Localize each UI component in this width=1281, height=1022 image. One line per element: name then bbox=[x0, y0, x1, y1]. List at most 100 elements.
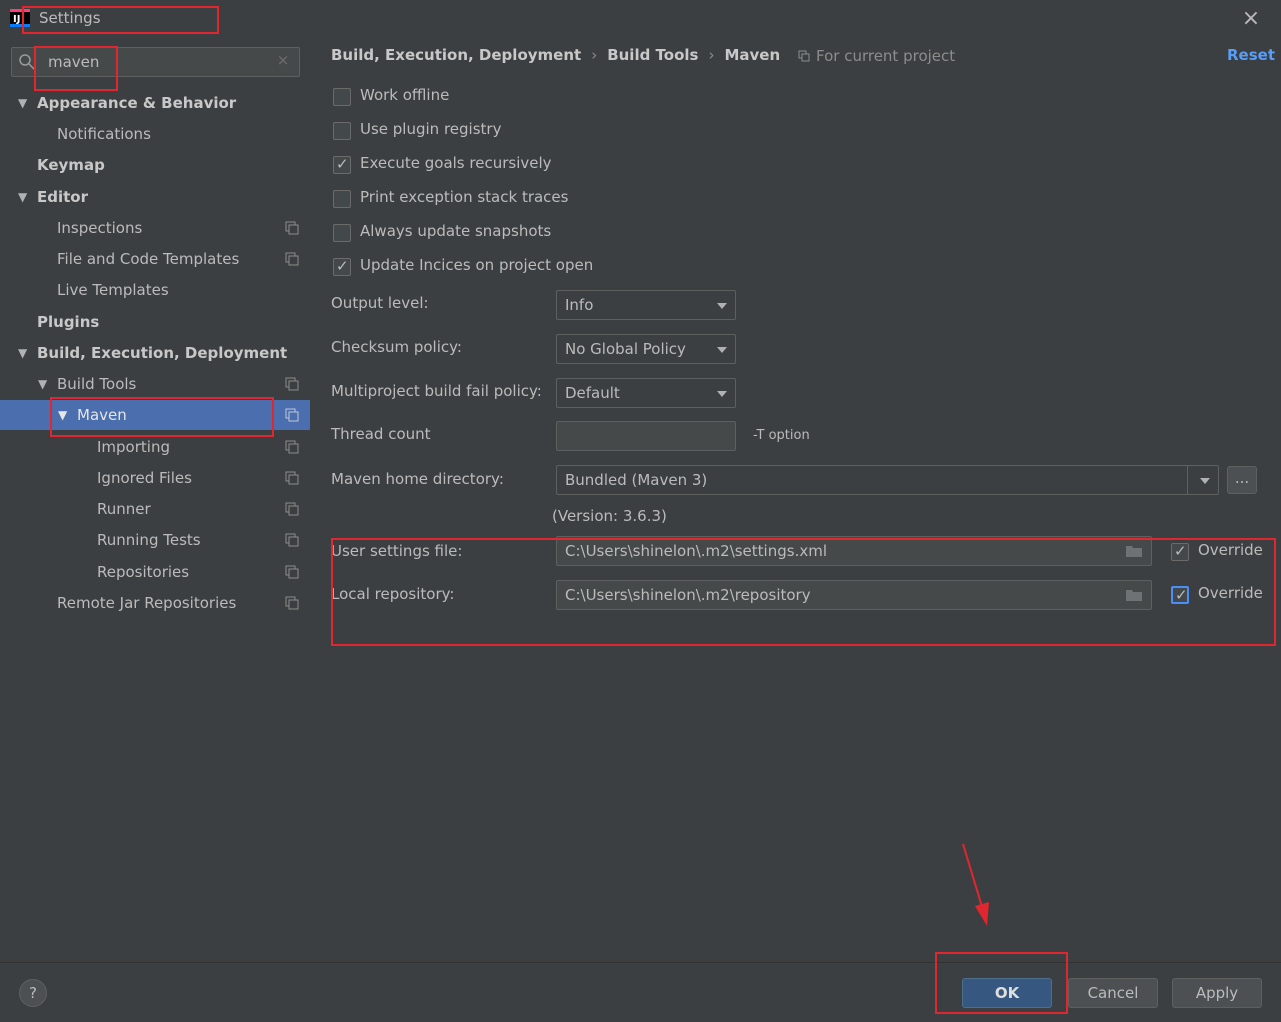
svg-text:IJ: IJ bbox=[13, 14, 20, 25]
scope-label: For current project bbox=[816, 47, 956, 65]
tree-item-repositories[interactable]: Repositories bbox=[0, 557, 310, 587]
tree-item-label: Notifications bbox=[57, 125, 151, 143]
tree-item-runner[interactable]: Runner bbox=[0, 494, 310, 524]
checkbox-box[interactable] bbox=[333, 155, 351, 174]
tree-item-file-templates[interactable]: File and Code Templates bbox=[0, 244, 310, 274]
settings-search-box[interactable]: × bbox=[11, 47, 300, 77]
project-scope-icon bbox=[285, 408, 299, 422]
project-scope-icon bbox=[285, 377, 299, 391]
browse-maven-home-button[interactable]: ... bbox=[1227, 466, 1257, 494]
checkbox-box[interactable] bbox=[333, 190, 351, 208]
tree-item-label: Build Tools bbox=[57, 375, 137, 393]
tree-item-label: Ignored Files bbox=[97, 469, 192, 487]
search-input[interactable] bbox=[48, 50, 268, 74]
checkbox-box[interactable] bbox=[333, 224, 351, 242]
tree-item-label: File and Code Templates bbox=[57, 250, 240, 268]
cancel-button[interactable]: Cancel bbox=[1068, 978, 1158, 1008]
output-level-label: Output level: bbox=[331, 294, 429, 312]
checkbox-label: Override bbox=[1198, 584, 1263, 602]
maven-home-select[interactable]: Bundled (Maven 3) bbox=[556, 465, 1219, 495]
user-settings-label: User settings file: bbox=[331, 542, 463, 560]
tree-item-build[interactable]: ▼ Build, Execution, Deployment bbox=[0, 338, 310, 368]
folder-icon[interactable] bbox=[1125, 544, 1143, 558]
checkbox-label: Execute goals recursively bbox=[360, 154, 552, 172]
dropdown-arrow-icon bbox=[717, 347, 727, 353]
thread-count-label: Thread count bbox=[331, 425, 431, 443]
tree-item-maven[interactable]: ▼ Maven bbox=[0, 400, 310, 430]
tree-item-remote-jar[interactable]: Remote Jar Repositories bbox=[0, 588, 310, 618]
output-level-select[interactable]: Info bbox=[556, 290, 736, 320]
clear-search-icon[interactable]: × bbox=[274, 51, 292, 71]
tree-item-editor[interactable]: ▼ Editor bbox=[0, 182, 310, 212]
checkbox-box[interactable] bbox=[333, 88, 351, 106]
maven-home-label: Maven home directory: bbox=[331, 470, 504, 488]
dropdown-arrow-icon bbox=[1200, 478, 1210, 484]
tree-item-keymap[interactable]: Keymap bbox=[0, 150, 310, 180]
expand-arrow-icon[interactable]: ▼ bbox=[18, 88, 27, 118]
ok-button[interactable]: OK bbox=[962, 978, 1052, 1008]
title-bar: IJ Settings × bbox=[0, 0, 1281, 38]
tree-item-label: Editor bbox=[37, 188, 88, 206]
tree-item-notifications[interactable]: Notifications bbox=[0, 119, 310, 149]
window-title: Settings bbox=[39, 9, 101, 27]
checksum-policy-select[interactable]: No Global Policy bbox=[556, 334, 736, 364]
user-settings-input[interactable]: C:\Users\shinelon\.m2\settings.xml bbox=[556, 536, 1152, 566]
breadcrumb-separator: › bbox=[708, 46, 715, 64]
scope-indicator: For current project bbox=[798, 47, 955, 65]
close-icon[interactable]: × bbox=[1238, 6, 1264, 32]
tree-item-label: Live Templates bbox=[57, 281, 169, 299]
project-scope-icon bbox=[285, 440, 299, 454]
apply-button[interactable]: Apply bbox=[1172, 978, 1262, 1008]
dropdown-arrow-icon bbox=[717, 303, 727, 309]
input-value: C:\Users\shinelon\.m2\settings.xml bbox=[565, 542, 827, 560]
dropdown-arrow-icon bbox=[717, 391, 727, 397]
tree-item-inspections[interactable]: Inspections bbox=[0, 213, 310, 243]
folder-icon[interactable] bbox=[1125, 588, 1143, 602]
tree-item-label: Runner bbox=[97, 500, 151, 518]
tree-item-label: Appearance & Behavior bbox=[37, 94, 237, 112]
tree-item-label: Keymap bbox=[37, 156, 105, 174]
expand-arrow-icon[interactable]: ▼ bbox=[18, 182, 27, 212]
expand-arrow-icon[interactable]: ▼ bbox=[58, 400, 67, 430]
tree-item-ignored-files[interactable]: Ignored Files bbox=[0, 463, 310, 493]
multiproject-policy-select[interactable]: Default bbox=[556, 378, 736, 408]
local-repository-input[interactable]: C:\Users\shinelon\.m2\repository bbox=[556, 580, 1152, 610]
project-scope-icon bbox=[285, 471, 299, 485]
project-scope-icon bbox=[285, 533, 299, 547]
project-scope-icon bbox=[285, 565, 299, 579]
project-scope-icon bbox=[798, 50, 810, 62]
project-scope-icon bbox=[285, 221, 299, 235]
breadcrumb-item: Build Tools bbox=[607, 46, 699, 64]
tree-item-label: Remote Jar Repositories bbox=[57, 594, 237, 612]
checkbox-box[interactable] bbox=[1171, 586, 1189, 604]
intellij-app-icon: IJ bbox=[10, 9, 30, 27]
project-scope-icon bbox=[285, 252, 299, 266]
tree-item-live-templates[interactable]: Live Templates bbox=[0, 275, 310, 305]
checkbox-label: Print exception stack traces bbox=[360, 188, 569, 206]
checkbox-box[interactable] bbox=[1171, 542, 1189, 561]
tree-item-label: Repositories bbox=[97, 563, 190, 581]
thread-count-input[interactable] bbox=[556, 421, 736, 451]
maven-settings-panel: Build, Execution, Deployment › Build Tools… bbox=[310, 38, 1281, 962]
breadcrumb-item: Maven bbox=[724, 46, 781, 64]
help-button[interactable]: ? bbox=[19, 979, 47, 1007]
expand-arrow-icon[interactable]: ▼ bbox=[38, 369, 47, 399]
select-value: No Global Policy bbox=[565, 340, 686, 358]
reset-link[interactable]: Reset bbox=[1227, 46, 1275, 64]
breadcrumb-separator: › bbox=[591, 46, 598, 64]
tree-item-running-tests[interactable]: Running Tests bbox=[0, 525, 310, 555]
checksum-policy-label: Checksum policy: bbox=[331, 338, 462, 356]
breadcrumb-item: Build, Execution, Deployment bbox=[331, 46, 582, 64]
checkbox-box[interactable] bbox=[333, 122, 351, 140]
tree-item-build-tools[interactable]: ▼ Build Tools bbox=[0, 369, 310, 399]
select-value: Bundled (Maven 3) bbox=[565, 471, 708, 489]
checkbox-box[interactable] bbox=[333, 257, 351, 276]
expand-arrow-icon[interactable]: ▼ bbox=[18, 338, 27, 368]
tree-item-label: Inspections bbox=[57, 219, 143, 237]
tree-item-label: Build, Execution, Deployment bbox=[37, 344, 288, 362]
tree-item-importing[interactable]: Importing bbox=[0, 432, 310, 462]
select-value: Info bbox=[565, 296, 594, 314]
project-scope-icon bbox=[285, 596, 299, 610]
tree-item-appearance[interactable]: ▼ Appearance & Behavior bbox=[0, 88, 310, 118]
tree-item-plugins[interactable]: Plugins bbox=[0, 307, 310, 337]
